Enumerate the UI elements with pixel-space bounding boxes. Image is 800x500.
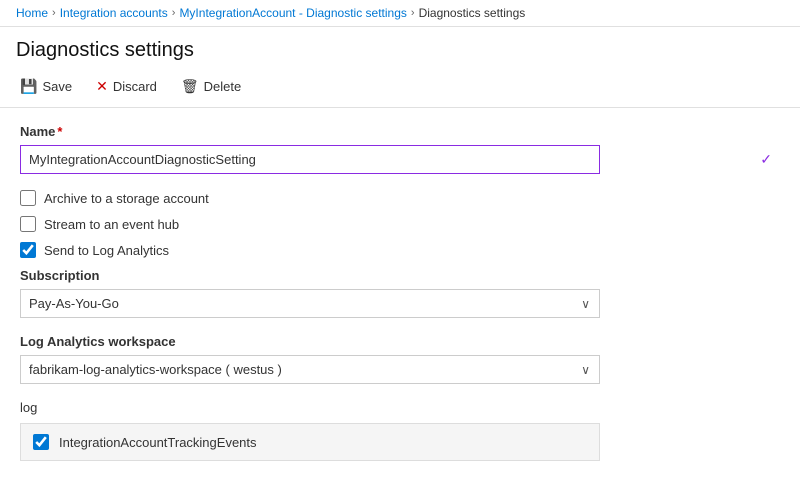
log-tracking-checkbox[interactable] bbox=[33, 434, 49, 450]
save-button[interactable]: 💾 Save bbox=[16, 76, 76, 97]
subscription-dropdown[interactable]: Pay-As-You-Go bbox=[20, 289, 600, 318]
toolbar: 💾 Save ✕ Discard 🗑 Delete bbox=[0, 70, 800, 108]
name-label: Name* bbox=[20, 124, 780, 139]
loganalytics-checkbox-group: Send to Log Analytics bbox=[20, 242, 780, 258]
subscription-label: Subscription bbox=[20, 268, 780, 283]
breadcrumb-separator-1: › bbox=[52, 7, 56, 19]
workspace-group: Log Analytics workspace fabrikam-log-ana… bbox=[20, 334, 780, 384]
stream-label[interactable]: Stream to an event hub bbox=[44, 217, 179, 232]
name-required: * bbox=[57, 124, 62, 139]
archive-checkbox-group: Archive to a storage account bbox=[20, 190, 780, 206]
subscription-group: Subscription Pay-As-You-Go ∨ bbox=[20, 268, 780, 318]
name-field-group: Name* ✓ bbox=[20, 124, 780, 174]
main-content: Name* ✓ Archive to a storage account Str… bbox=[0, 108, 800, 488]
discard-label: Discard bbox=[113, 79, 157, 94]
breadcrumb-home[interactable]: Home bbox=[16, 6, 48, 20]
archive-checkbox[interactable] bbox=[20, 190, 36, 206]
loganalytics-checkbox[interactable] bbox=[20, 242, 36, 258]
archive-label[interactable]: Archive to a storage account bbox=[44, 191, 209, 206]
workspace-dropdown-wrapper: fabrikam-log-analytics-workspace ( westu… bbox=[20, 355, 600, 384]
breadcrumb: Home › Integration accounts › MyIntegrat… bbox=[0, 0, 800, 27]
breadcrumb-myintegration-diagnostic[interactable]: MyIntegrationAccount - Diagnostic settin… bbox=[179, 6, 406, 20]
log-row: IntegrationAccountTrackingEvents bbox=[33, 434, 587, 450]
input-check-icon: ✓ bbox=[760, 151, 772, 168]
discard-icon: ✕ bbox=[96, 78, 108, 95]
log-section: log IntegrationAccountTrackingEvents bbox=[20, 400, 780, 461]
breadcrumb-separator-2: › bbox=[172, 7, 176, 19]
stream-checkbox[interactable] bbox=[20, 216, 36, 232]
name-input-wrapper: ✓ bbox=[20, 145, 780, 174]
log-tracking-label[interactable]: IntegrationAccountTrackingEvents bbox=[59, 435, 257, 450]
breadcrumb-separator-3: › bbox=[411, 7, 415, 19]
breadcrumb-integration-accounts[interactable]: Integration accounts bbox=[60, 6, 168, 20]
save-label: Save bbox=[42, 79, 72, 94]
page-title: Diagnostics settings bbox=[0, 27, 800, 70]
subscription-dropdown-wrapper: Pay-As-You-Go ∨ bbox=[20, 289, 600, 318]
workspace-dropdown[interactable]: fabrikam-log-analytics-workspace ( westu… bbox=[20, 355, 600, 384]
delete-icon: 🗑 bbox=[181, 78, 199, 95]
stream-checkbox-group: Stream to an event hub bbox=[20, 216, 780, 232]
name-input[interactable] bbox=[20, 145, 600, 174]
log-table: IntegrationAccountTrackingEvents bbox=[20, 423, 600, 461]
loganalytics-label[interactable]: Send to Log Analytics bbox=[44, 243, 169, 258]
discard-button[interactable]: ✕ Discard bbox=[92, 76, 161, 97]
delete-label: Delete bbox=[204, 79, 242, 94]
workspace-label: Log Analytics workspace bbox=[20, 334, 780, 349]
delete-button[interactable]: 🗑 Delete bbox=[177, 76, 245, 97]
log-section-label: log bbox=[20, 400, 780, 415]
breadcrumb-current: Diagnostics settings bbox=[419, 6, 526, 20]
save-icon: 💾 bbox=[20, 78, 37, 95]
